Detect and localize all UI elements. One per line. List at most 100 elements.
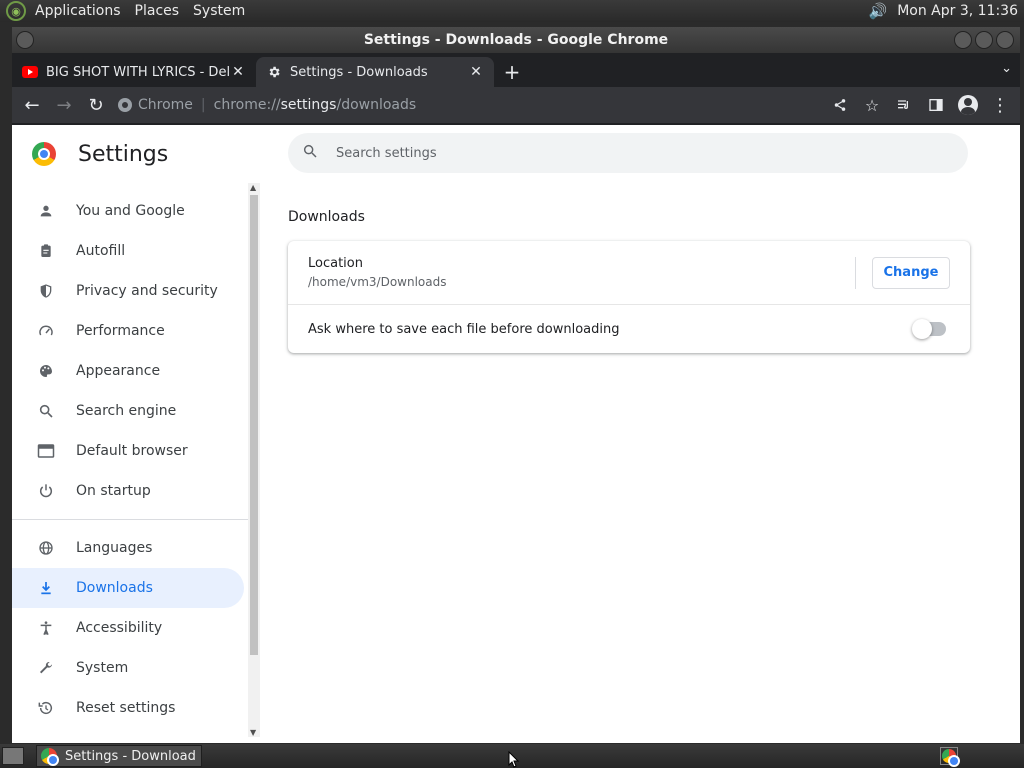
palette-icon (36, 361, 56, 381)
power-icon (36, 481, 56, 501)
sidebar-item-autofill[interactable]: Autofill (12, 231, 244, 271)
sidebar-item-label: Languages (76, 540, 153, 556)
sidebar-item-label: Accessibility (76, 620, 163, 636)
chrome-logo-icon (32, 142, 56, 166)
volume-icon[interactable]: 🔊 (869, 2, 888, 20)
sidebar-item-downloads[interactable]: Downloads (12, 568, 244, 608)
sidebar-item-default-browser[interactable]: Default browser (12, 431, 244, 471)
search-settings-box[interactable] (288, 133, 968, 173)
wrench-icon (36, 658, 56, 678)
ask-where-toggle[interactable] (912, 319, 946, 339)
taskbar-chrome-window[interactable]: Settings - Download... (36, 745, 202, 767)
system-menu[interactable]: System (186, 0, 252, 22)
address-bar[interactable]: Chrome | chrome://settings/downloads (118, 91, 818, 119)
sidebar-item-label: Performance (76, 323, 165, 339)
minimize-button[interactable] (954, 31, 972, 49)
sidebar-item-label: Search engine (76, 403, 177, 419)
chrome-window: Settings - Downloads - Google Chrome BIG… (12, 27, 1020, 743)
sidebar-item-you-and-google[interactable]: You and Google (12, 191, 244, 231)
sidebar-item-appearance[interactable]: Appearance (12, 351, 244, 391)
settings-sidebar: You and Google Autofill Privacy and secu… (12, 183, 260, 737)
applications-menu[interactable]: Applications (28, 0, 128, 22)
tray-chrome-icon[interactable] (940, 747, 960, 767)
sidebar-item-label: Reset settings (76, 700, 176, 716)
sidebar-item-privacy-and-security[interactable]: Privacy and security (12, 271, 244, 311)
sidebar-item-label: On startup (76, 483, 151, 499)
location-row: Location /home/vm3/Downloads Change (288, 241, 970, 305)
chrome-site-icon (118, 98, 132, 112)
close-window-button[interactable] (996, 31, 1014, 49)
forward-button[interactable]: → (48, 89, 80, 121)
row-separator (855, 256, 856, 289)
tab-strip: BIG SHOT WITH LYRICS - Deltarune ✕ Setti… (12, 53, 1020, 87)
section-title: Downloads (288, 209, 365, 225)
distro-logo-icon[interactable]: ◉ (6, 1, 26, 21)
sidebar-item-reset-settings[interactable]: Reset settings (12, 688, 244, 728)
sidebar-item-label: Appearance (76, 363, 161, 379)
bookmark-star-icon[interactable]: ☆ (856, 89, 888, 121)
sidebar-item-system[interactable]: System (12, 648, 244, 688)
sidebar-item-performance[interactable]: Performance (12, 311, 244, 351)
share-icon[interactable] (824, 89, 856, 121)
change-location-button[interactable]: Change (872, 256, 950, 289)
tab-big-shot[interactable]: BIG SHOT WITH LYRICS - Deltarune ✕ (12, 57, 256, 87)
clock[interactable]: Mon Apr 3, 11:36 (897, 3, 1024, 19)
new-tab-button[interactable]: + (498, 57, 526, 87)
window-titlebar[interactable]: Settings - Downloads - Google Chrome (12, 27, 1020, 53)
sidebar-item-label: Downloads (76, 580, 153, 596)
ask-where-label: Ask where to save each file before downl… (308, 321, 620, 337)
sidebar-item-label: System (76, 660, 129, 676)
sidebar-item-on-startup[interactable]: On startup (12, 471, 244, 511)
close-tab-icon[interactable]: ✕ (230, 64, 246, 80)
kebab-menu-icon[interactable]: ⋮ (984, 89, 1016, 121)
history-icon (36, 698, 56, 718)
chrome-logo-icon (41, 748, 59, 766)
search-icon (302, 143, 322, 163)
sidebar-item-accessibility[interactable]: Accessibility (12, 608, 244, 648)
side-panel-icon[interactable] (920, 89, 952, 121)
search-input[interactable] (336, 145, 896, 161)
tab-title: Settings - Downloads (290, 64, 428, 80)
reload-button[interactable]: ↻ (80, 89, 112, 121)
profile-avatar[interactable] (952, 89, 984, 121)
sidebar-divider (12, 519, 248, 520)
scrollbar-thumb[interactable] (250, 195, 258, 655)
url-scheme: chrome:// (213, 97, 281, 113)
person-icon (36, 201, 56, 221)
page-title: Settings (78, 141, 169, 167)
sidebar-item-label: Default browser (76, 443, 188, 459)
sidebar-item-languages[interactable]: Languages (12, 528, 244, 568)
site-label: Chrome (138, 97, 193, 113)
reading-list-icon[interactable] (888, 89, 920, 121)
ask-where-row[interactable]: Ask where to save each file before downl… (288, 305, 970, 353)
tab-search-chevron-icon[interactable]: ⌄ (1001, 61, 1012, 76)
sidebar-item-search-engine[interactable]: Search engine (12, 391, 244, 431)
maximize-button[interactable] (975, 31, 993, 49)
url-host: settings (280, 97, 337, 113)
download-icon (36, 578, 56, 598)
window-menu-button[interactable] (16, 31, 34, 49)
location-path: /home/vm3/Downloads (308, 275, 447, 289)
shield-icon (36, 281, 56, 301)
close-tab-icon[interactable]: ✕ (468, 64, 484, 80)
back-button[interactable]: ← (16, 89, 48, 121)
window-title: Settings - Downloads - Google Chrome (363, 32, 669, 48)
scroll-down-arrow-icon[interactable]: ▼ (250, 728, 256, 737)
sidebar-item-label: You and Google (76, 203, 185, 219)
scroll-up-arrow-icon[interactable]: ▲ (250, 183, 256, 192)
tab-title: BIG SHOT WITH LYRICS - Deltarune (46, 64, 230, 80)
omnibox-separator: | (200, 97, 206, 113)
gear-icon (266, 64, 282, 80)
tab-settings-downloads[interactable]: Settings - Downloads ✕ (256, 57, 494, 87)
search-icon (36, 401, 56, 421)
show-desktop-button[interactable] (2, 747, 24, 765)
url-path: /downloads (336, 97, 417, 113)
top-panel: ◉ Applications Places System 🔊 Mon Apr 3… (0, 0, 1024, 22)
places-menu[interactable]: Places (128, 0, 187, 22)
toggle-knob (912, 319, 932, 339)
settings-page: Settings You and Google Autofill (12, 125, 1020, 743)
sidebar-scrollbar[interactable]: ▲ ▼ (248, 183, 260, 737)
accessibility-icon (36, 618, 56, 638)
browser-window-icon (36, 441, 56, 461)
taskbar-task-title: Settings - Download... (65, 748, 197, 764)
